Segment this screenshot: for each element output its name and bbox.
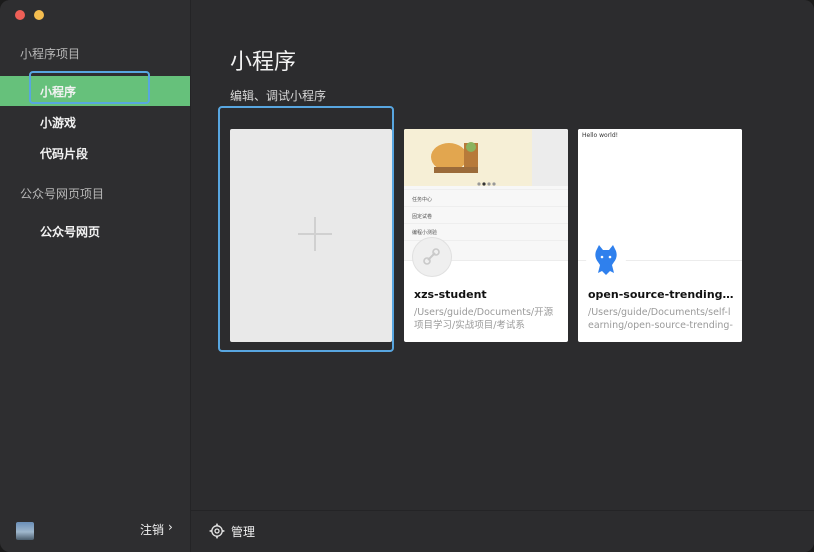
new-project-card[interactable] [230, 129, 392, 342]
sidebar-item-minigame[interactable]: 小游戏 [0, 107, 190, 137]
project-card-open-source-trending[interactable]: Hello world! open-source-trending-mi... … [578, 129, 742, 342]
main-panel: 小程序 编辑、调试小程序 任务中心 固定试卷 编程小测验 xzs-student… [191, 0, 814, 552]
project-logo [412, 237, 452, 277]
bottom-bar: 管理 [191, 510, 814, 552]
page-subtitle: 编辑、调试小程序 [230, 89, 327, 103]
list-item: 固定试卷 [412, 214, 433, 220]
project-card-xzs-student[interactable]: 任务中心 固定试卷 编程小测验 xzs-student /Users/guide… [404, 129, 568, 342]
project-name: xzs-student [414, 288, 487, 301]
sidebar-item-official-web[interactable]: 公众号网页 [0, 216, 190, 246]
project-name: open-source-trending-mi... [588, 288, 734, 301]
list-item: 编程小测验 [412, 230, 438, 236]
minimize-window-button[interactable] [34, 10, 44, 20]
page-title: 小程序 [230, 50, 297, 75]
octocat-icon [584, 237, 628, 281]
manage-button[interactable]: 管理 [231, 523, 255, 540]
chevron-right-icon: › [168, 520, 173, 534]
section-title-miniprogram: 小程序项目 [20, 47, 81, 61]
preview-text: Hello world! [582, 132, 619, 139]
logout-button[interactable]: 注销 [140, 521, 164, 538]
list-item: 任务中心 [412, 197, 433, 203]
sidebar: 小程序项目 小程序 小游戏 代码片段 公众号网页项目 公众号网页 注销 › [0, 0, 191, 552]
app-window: 小程序项目 小程序 小游戏 代码片段 公众号网页项目 公众号网页 注销 › 小程… [0, 0, 814, 552]
plus-icon [298, 217, 332, 251]
section-title-web: 公众号网页项目 [20, 187, 105, 201]
sidebar-item-code-snippets[interactable]: 代码片段 [0, 138, 190, 168]
gear-icon[interactable] [209, 523, 225, 539]
link-icon [423, 248, 440, 265]
sidebar-item-label: 小游戏 [40, 116, 77, 130]
project-path: /Users/guide/Documents/开源项目学习/实战项目/考试系 [414, 307, 554, 331]
sidebar-item-label: 代码片段 [40, 147, 89, 161]
project-path: /Users/guide/Documents/self-learning/ope… [588, 307, 733, 331]
focus-ring [29, 71, 150, 104]
avatar[interactable] [16, 522, 34, 540]
sidebar-item-label: 公众号网页 [40, 225, 101, 239]
close-window-button[interactable] [15, 10, 25, 20]
